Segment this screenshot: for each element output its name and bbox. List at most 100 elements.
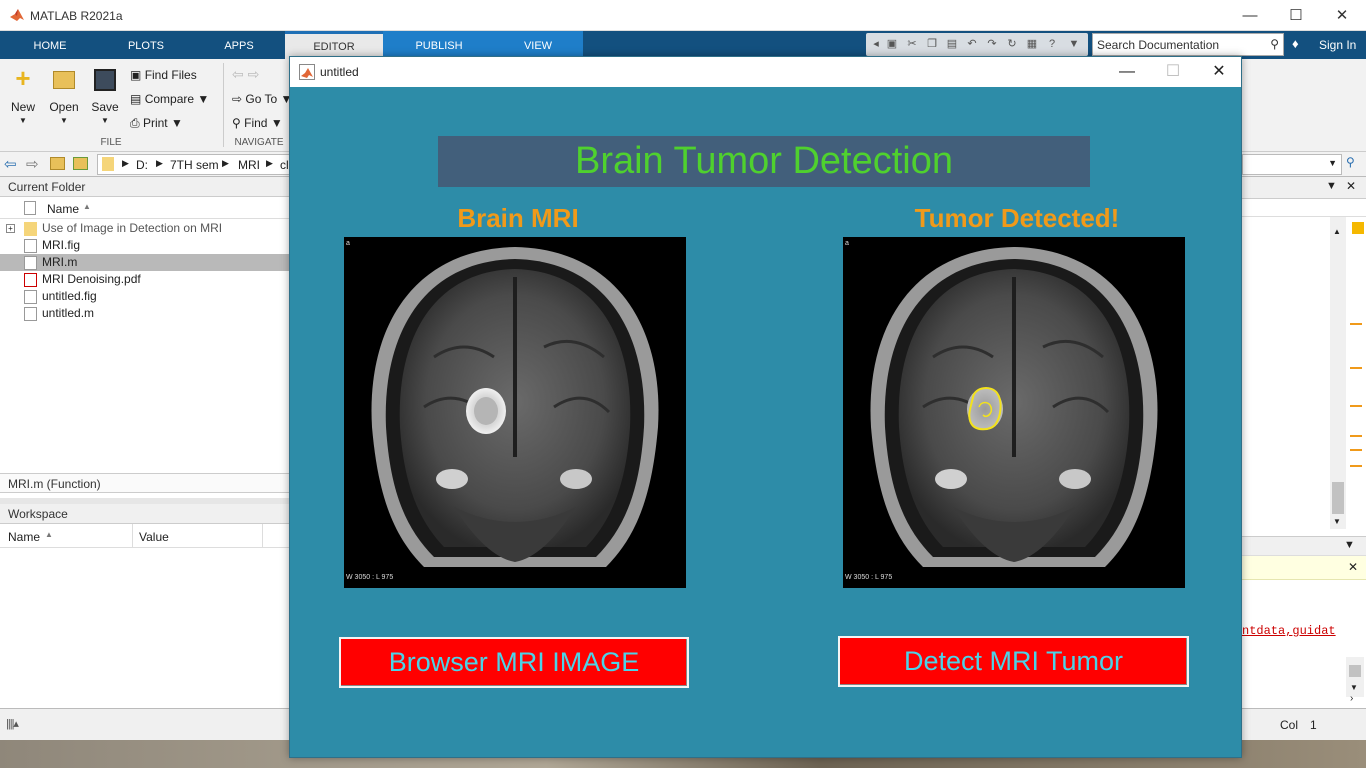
list-item[interactable]: untitled.m — [0, 305, 289, 322]
item-name: untitled.m — [42, 306, 95, 320]
folder-icon — [24, 222, 37, 236]
workspace-name-column[interactable]: Name — [8, 530, 40, 544]
path-segment[interactable]: 7TH sem — [170, 158, 219, 172]
tab-view[interactable]: VIEW — [500, 31, 576, 59]
find-files-button[interactable]: ▣ Find Files — [130, 68, 197, 82]
undo-icon[interactable]: ↶ — [964, 36, 980, 52]
paste-icon[interactable]: ▤ — [944, 36, 960, 52]
editor-command-area: ▼ ⚲ ▼ ✕ ▲ ▼ ▼ ✕ ntdata,guidat ▼ › — [1242, 152, 1366, 740]
search-icon[interactable]: ⚲ — [1270, 37, 1279, 51]
scroll-right-icon[interactable]: › — [1350, 693, 1353, 704]
app-title: MATLAB R2021a — [30, 9, 123, 23]
figure-close-button[interactable]: ✕ — [1196, 57, 1242, 87]
print-button[interactable]: ⎙ Print ▼ — [130, 116, 183, 131]
path-segment[interactable]: MRI — [238, 158, 260, 172]
save-button[interactable]: Save ▼ — [88, 67, 122, 125]
path-segment[interactable]: D: — [136, 158, 148, 172]
browse-folder-icon[interactable] — [73, 157, 88, 170]
go-to-label: Go To — [245, 92, 278, 106]
fig-file-icon — [24, 290, 37, 304]
sign-in-link[interactable]: Sign In — [1319, 38, 1356, 52]
nav-back-forward-icon[interactable]: ⇦ ⇨ — [232, 66, 259, 83]
vertical-scrollbar[interactable]: ▲ ▼ — [1330, 217, 1346, 529]
detect-tumor-button[interactable]: Detect MRI Tumor — [838, 636, 1189, 687]
figure-title-bar: untitled — ☐ ✕ — [290, 57, 1241, 87]
list-item[interactable]: + Use of Image in Detection on MRI — [0, 220, 289, 237]
tab-publish[interactable]: PUBLISH — [400, 31, 478, 59]
col-value: 1 — [1310, 718, 1317, 732]
quick-access-toolbar: ◂ ▣ ✂ ❐ ▤ ↶ ↷ ↻ ▦ ? ▼ — [866, 33, 1088, 56]
file-type-icon — [24, 201, 36, 215]
matlab-logo-icon — [10, 9, 24, 21]
mri-scan-graphic — [371, 247, 659, 567]
switch-windows-icon[interactable]: ▦ — [1024, 36, 1040, 52]
editor-tabs — [1242, 199, 1366, 217]
browse-mri-button[interactable]: Browser MRI IMAGE — [339, 637, 689, 688]
help-icon[interactable]: ? — [1044, 36, 1060, 52]
list-item[interactable]: MRI Denoising.pdf — [0, 271, 289, 288]
go-to-button[interactable]: ⇨ Go To ▼ — [232, 92, 292, 106]
warning-indicator[interactable] — [1352, 222, 1364, 234]
redo-icon[interactable]: ↷ — [984, 36, 1000, 52]
save-disk-icon — [94, 69, 116, 91]
name-column[interactable]: Name — [47, 202, 79, 216]
back-icon[interactable]: ⇦ — [4, 155, 17, 173]
minimize-button[interactable]: — — [1227, 0, 1273, 31]
maximize-button[interactable]: ☐ — [1273, 0, 1319, 31]
open-folder-icon — [53, 71, 75, 89]
sort-asc-icon: ▲ — [45, 530, 53, 539]
search-documentation[interactable]: Search Documentation ⚲ — [1092, 33, 1284, 56]
up-folder-icon[interactable] — [50, 157, 65, 170]
path-dropdown[interactable]: ▼ — [1242, 154, 1342, 175]
close-info-icon[interactable]: ✕ — [1348, 560, 1358, 574]
tab-editor[interactable]: EDITOR — [285, 31, 383, 59]
path-segment[interactable]: cl — [280, 158, 289, 172]
list-item[interactable]: MRI.fig — [0, 237, 289, 254]
panel-menu-icon[interactable]: ▼ — [1326, 180, 1337, 192]
command-window-header: ▼ — [1242, 536, 1366, 556]
status-grip-icon[interactable]: ||||▴ — [6, 717, 19, 730]
dropdown-icon[interactable]: ▼ — [1066, 36, 1082, 52]
command-scrollbar[interactable]: ▼ — [1346, 657, 1364, 697]
expand-icon[interactable]: + — [6, 224, 15, 233]
save-icon[interactable]: ▣ — [884, 36, 900, 52]
find-files-label: Find Files — [144, 68, 197, 82]
folder-column-header[interactable]: Name ▲ — [0, 197, 289, 219]
open-label: Open — [49, 100, 79, 114]
notification-icon[interactable]: ♦ — [1292, 36, 1306, 52]
list-item-selected[interactable]: MRI.m — [0, 254, 289, 271]
find-button[interactable]: ⚲ Find ▼ — [232, 116, 283, 130]
ribbon-divider — [223, 63, 224, 147]
command-output-link[interactable]: ntdata,guidat — [1242, 624, 1336, 638]
current-folder-title: Current Folder — [0, 177, 290, 197]
forward-icon[interactable]: ⇨ — [26, 155, 39, 173]
new-button[interactable]: + New ▼ — [6, 65, 40, 125]
tab-plots[interactable]: PLOTS — [110, 31, 182, 59]
panel-menu-icon[interactable]: ▼ — [1344, 539, 1355, 551]
search-folder-icon[interactable]: ⚲ — [1346, 155, 1355, 169]
info-bar: ✕ — [1242, 556, 1366, 580]
figure-minimize-button[interactable]: — — [1104, 57, 1150, 87]
figure-maximize-button[interactable]: ☐ — [1150, 57, 1196, 87]
path-breadcrumb[interactable]: ▶ D: ▶ 7TH sem ▶ MRI ▶ cl — [97, 154, 290, 175]
tab-home[interactable]: HOME — [14, 31, 86, 59]
cut-icon[interactable]: ✂ — [904, 36, 920, 52]
close-button[interactable]: ✕ — [1319, 0, 1365, 31]
image-corner-label: a — [346, 240, 350, 247]
m-file-icon — [24, 256, 37, 270]
compare-button[interactable]: ▤ Compare ▼ — [130, 92, 209, 106]
close-panel-icon[interactable]: ✕ — [1346, 179, 1356, 193]
collapse-icon[interactable]: ◂ — [868, 36, 884, 52]
brain-mri-label: Brain MRI — [457, 203, 579, 233]
refresh-icon[interactable]: ↻ — [1004, 36, 1020, 52]
copy-icon[interactable]: ❐ — [924, 36, 940, 52]
tab-apps[interactable]: APPS — [205, 31, 273, 59]
open-button[interactable]: Open ▼ — [46, 67, 82, 125]
item-name: MRI.fig — [42, 238, 81, 252]
scroll-thumb[interactable] — [1332, 482, 1344, 514]
image-footer-label: W 3050 : L 975 — [346, 574, 394, 581]
sort-asc-icon: ▲ — [83, 202, 91, 211]
list-item[interactable]: untitled.fig — [0, 288, 289, 305]
find-icon: ⚲ — [232, 116, 241, 130]
workspace-value-column[interactable]: Value — [139, 530, 169, 544]
